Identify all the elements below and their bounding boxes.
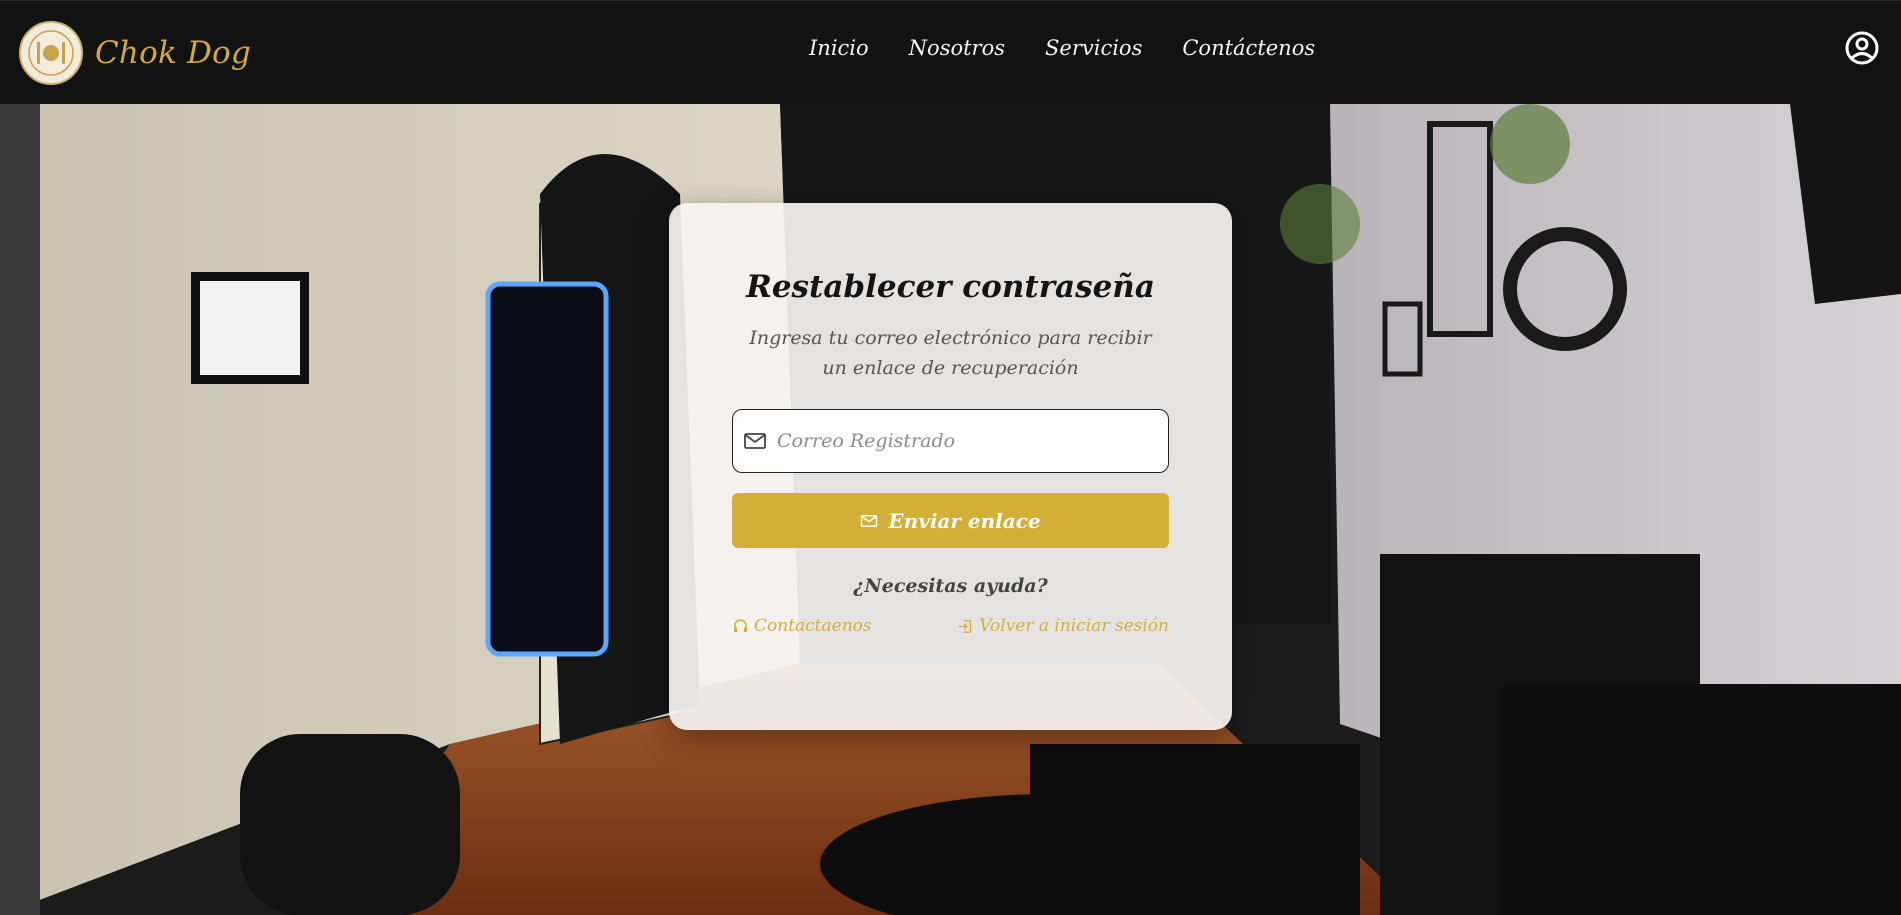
- back-to-login-label: Volver a iniciar sesión: [979, 616, 1169, 636]
- send-link-button[interactable]: Enviar enlace: [732, 493, 1169, 548]
- headset-icon: [734, 618, 747, 632]
- brand-name[interactable]: Chok Dog: [95, 35, 251, 71]
- send-link-label: Enviar enlace: [888, 508, 1041, 533]
- email-field-wrapper[interactable]: [732, 409, 1169, 473]
- card-title: Restablecer contraseña: [746, 269, 1155, 305]
- login-icon: [959, 619, 972, 633]
- nav-link-servicios[interactable]: Servicios: [1045, 36, 1142, 60]
- nav-link-contactenos[interactable]: Contáctenos: [1182, 36, 1315, 60]
- contact-link[interactable]: Contactaenos: [732, 616, 872, 636]
- user-account-button[interactable]: [1844, 30, 1880, 66]
- email-input[interactable]: [777, 420, 1157, 462]
- main-nav: Inicio Nosotros Servicios Contáctenos: [809, 36, 1355, 60]
- nav-link-nosotros[interactable]: Nosotros: [909, 36, 1005, 60]
- mail-icon: [744, 433, 766, 449]
- top-navbar: Chok Dog Inicio Nosotros Servicios Contá…: [0, 0, 1901, 104]
- brand-home-link[interactable]: Chok Dog: [19, 21, 251, 85]
- nav-link-inicio[interactable]: Inicio: [809, 36, 869, 60]
- brand-logo: [19, 21, 83, 85]
- back-to-login-link[interactable]: Volver a iniciar sesión: [957, 616, 1169, 636]
- mail-icon: [861, 514, 878, 527]
- help-heading: ¿Necesitas ayuda?: [853, 575, 1048, 597]
- contact-link-label: Contactaenos: [754, 616, 872, 636]
- user-circle-icon: [1845, 31, 1879, 65]
- reset-password-card: Restablecer contraseña Ingresa tu correo…: [669, 203, 1232, 730]
- card-subtitle: Ingresa tu correo electrónico para recib…: [749, 327, 1152, 379]
